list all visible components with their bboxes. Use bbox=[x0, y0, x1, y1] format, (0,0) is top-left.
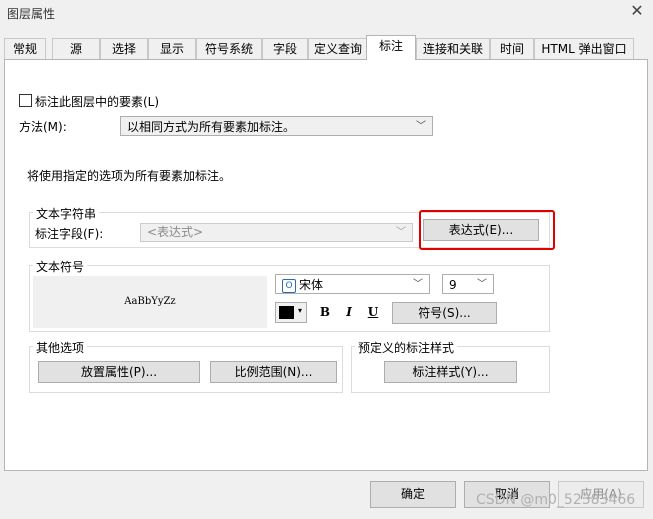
tab-labels[interactable]: 标注 bbox=[366, 35, 416, 60]
other-options-group-label: 其他选项 bbox=[33, 339, 88, 356]
chevron-down-icon: ﹀ bbox=[396, 227, 406, 238]
tab-general[interactable]: 常规 bbox=[4, 38, 46, 59]
ok-button[interactable]: 确定 bbox=[370, 481, 456, 508]
tab-symbology[interactable]: 符号系统 bbox=[196, 38, 262, 59]
close-icon[interactable]: ✕ bbox=[628, 1, 646, 20]
tab-fields[interactable]: 字段 bbox=[262, 38, 308, 59]
italic-button[interactable]: I bbox=[339, 302, 359, 322]
tab-display[interactable]: 显示 bbox=[148, 38, 196, 59]
font-size-select[interactable]: 9 ﹀ bbox=[442, 274, 494, 294]
method-description: 将使用指定的选项为所有要素加标注。 bbox=[27, 169, 232, 183]
color-swatch bbox=[279, 306, 294, 319]
symbol-preview: AaBbYyZz bbox=[33, 276, 267, 328]
chevron-down-icon: ▾ bbox=[298, 306, 303, 315]
watermark: CSDN @m0_52383466 bbox=[476, 492, 636, 508]
tab-source[interactable]: 源 bbox=[52, 38, 100, 59]
predefined-styles-group-label: 预定义的标注样式 bbox=[355, 339, 458, 356]
highlight-box bbox=[419, 210, 555, 250]
label-features-label: 标注此图层中的要素(L) bbox=[35, 95, 160, 109]
underline-button[interactable]: U bbox=[363, 302, 383, 322]
text-string-group-label: 文本字符串 bbox=[33, 205, 100, 222]
font-name: 宋体 bbox=[299, 278, 324, 292]
font-select[interactable]: O 宋体 ﹀ bbox=[275, 274, 430, 294]
label-field-select[interactable]: <表达式> ﹀ bbox=[140, 223, 413, 242]
text-symbol-group-label: 文本符号 bbox=[33, 258, 88, 275]
bold-button[interactable]: B bbox=[315, 302, 335, 322]
color-picker[interactable]: ▾ bbox=[275, 302, 307, 323]
font-type-icon: O bbox=[282, 278, 296, 293]
label-field-value: <表达式> bbox=[147, 225, 204, 239]
tab-html-popup[interactable]: HTML 弹出窗口 bbox=[534, 38, 634, 59]
tab-selection[interactable]: 选择 bbox=[100, 38, 148, 59]
scale-range-button[interactable]: 比例范围(N)... bbox=[210, 361, 337, 383]
font-size-value: 9 bbox=[449, 278, 457, 292]
label-field-label: 标注字段(F): bbox=[35, 227, 104, 241]
tab-definition-query[interactable]: 定义查询 bbox=[308, 38, 368, 59]
method-label: 方法(M): bbox=[19, 120, 67, 134]
method-select-value: 以相同方式为所有要素加标注。 bbox=[127, 120, 296, 134]
tab-time[interactable]: 时间 bbox=[490, 38, 534, 59]
label-features-checkbox[interactable] bbox=[19, 94, 32, 107]
chevron-down-icon: ﹀ bbox=[416, 121, 426, 132]
tab-bar: 常规 源 选择 显示 符号系统 字段 定义查询 标注 连接和关联 时间 HTML… bbox=[4, 35, 644, 60]
placement-properties-button[interactable]: 放置属性(P)... bbox=[38, 361, 200, 383]
tab-joins-relates[interactable]: 连接和关联 bbox=[416, 38, 490, 59]
window-title: 图层属性 bbox=[7, 7, 56, 21]
chevron-down-icon: ﹀ bbox=[413, 279, 423, 290]
chevron-down-icon: ﹀ bbox=[477, 279, 487, 290]
label-styles-button[interactable]: 标注样式(Y)... bbox=[384, 361, 517, 383]
symbol-button[interactable]: 符号(S)... bbox=[392, 302, 497, 324]
method-select[interactable]: 以相同方式为所有要素加标注。 ﹀ bbox=[120, 116, 433, 136]
